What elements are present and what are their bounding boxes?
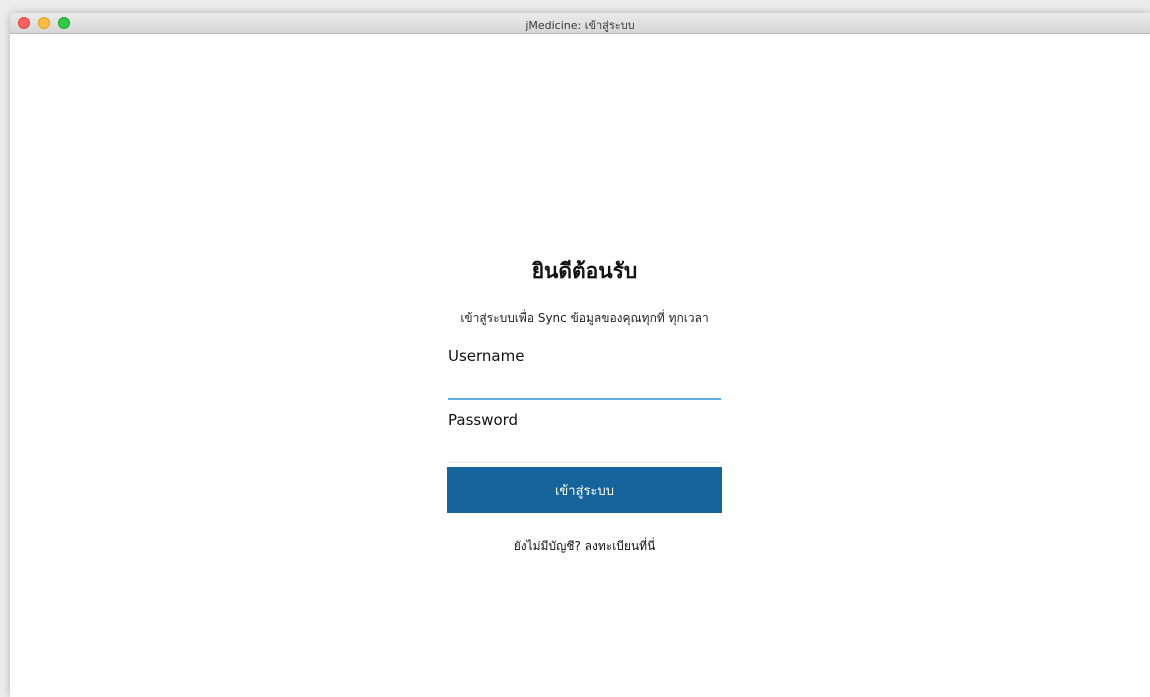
username-input[interactable] (448, 366, 721, 400)
title-bar[interactable]: jMedicine: เข้าสู่ระบบ (10, 13, 1150, 34)
username-label: Username (448, 347, 525, 365)
login-page: ยินดีต้อนรับ เข้าสู่ระบบเพื่อ Sync ข้อมู… (10, 34, 1150, 697)
login-button[interactable]: เข้าสู่ระบบ (447, 467, 722, 513)
register-link[interactable]: ยังไม่มีบัญชี? ลงทะเบียนที่นี่ (447, 537, 722, 555)
welcome-heading: ยินดีต้อนรับ (531, 259, 638, 283)
login-subtitle: เข้าสู่ระบบเพื่อ Sync ข้อมูลของคุณทุกที่… (460, 311, 709, 325)
password-input[interactable] (448, 430, 721, 463)
app-window: jMedicine: เข้าสู่ระบบ ยินดีต้อนรับ เข้า… (10, 13, 1150, 697)
password-label: Password (448, 411, 519, 429)
login-form: ยินดีต้อนรับ เข้าสู่ระบบเพื่อ Sync ข้อมู… (447, 256, 722, 555)
window-title: jMedicine: เข้าสู่ระบบ (525, 19, 635, 32)
